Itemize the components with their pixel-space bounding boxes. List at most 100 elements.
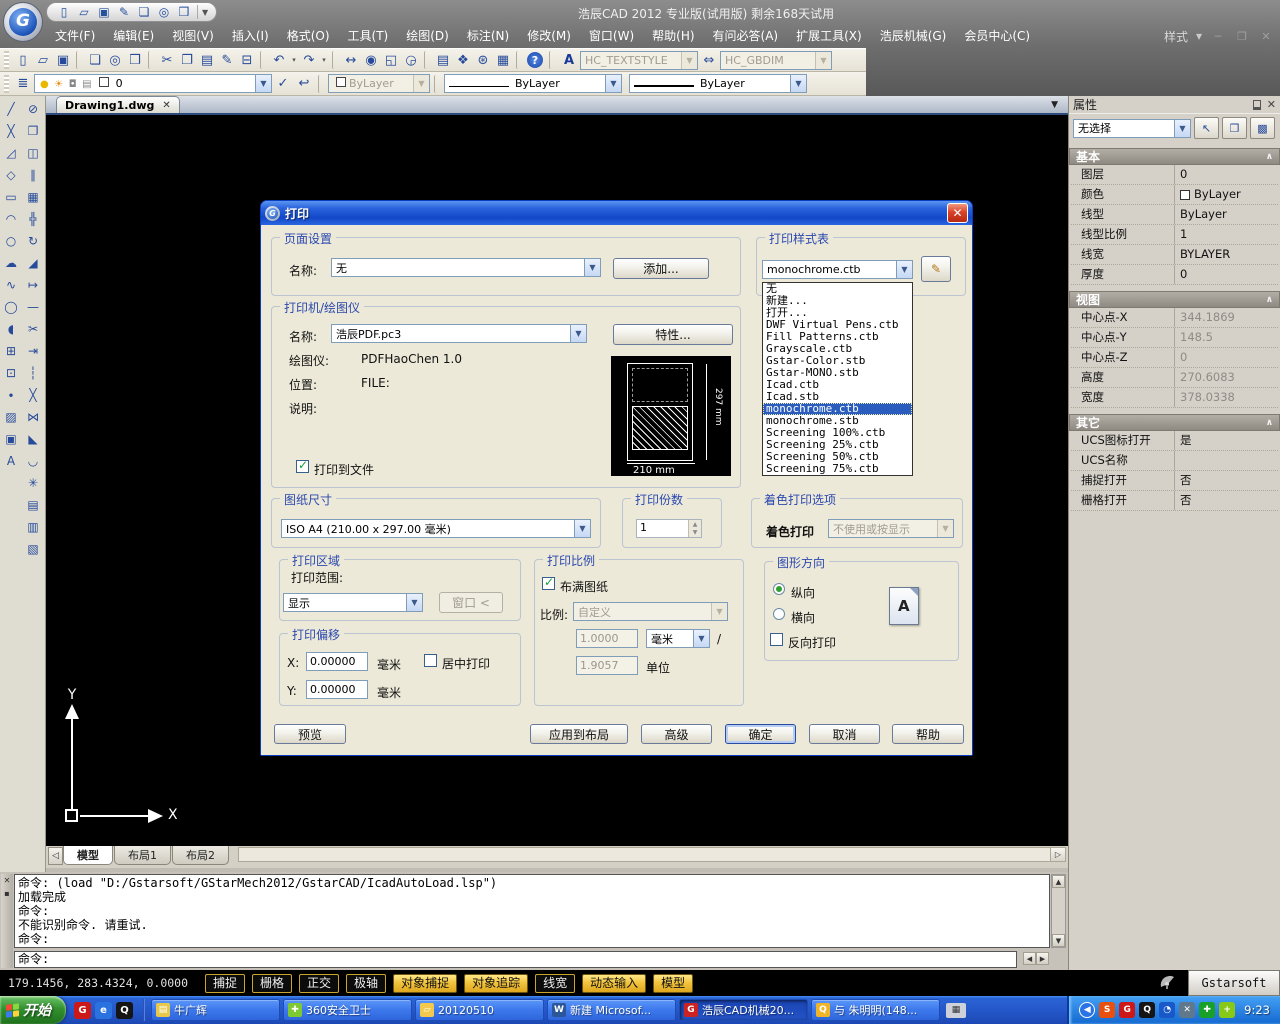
style-menu[interactable]: 样式 — [1164, 28, 1188, 45]
join-icon[interactable]: ⋈ — [23, 406, 43, 428]
scale-combo[interactable]: 自定义 ▼ — [573, 602, 728, 621]
layout-tab[interactable]: 布局2 — [172, 846, 229, 865]
portrait-radio[interactable] — [773, 583, 785, 595]
zoom-window-icon[interactable]: ◱ — [381, 50, 401, 70]
menu-item[interactable]: 格式(O) — [278, 24, 339, 48]
apply-to-layout-button[interactable]: 应用到布局 — [530, 724, 628, 744]
erase-icon[interactable]: ⊘ — [23, 98, 43, 120]
add-page-setup-button[interactable]: 添加... — [613, 258, 709, 279]
layer-previous-icon[interactable]: ↩ — [294, 74, 314, 94]
menu-item[interactable]: 编辑(E) — [104, 24, 163, 48]
toolbar-grip[interactable] — [4, 51, 9, 69]
property-value[interactable]: BYLAYER — [1175, 245, 1278, 264]
chevron-down-icon[interactable]: ▼ — [937, 520, 953, 537]
clipboard-icon[interactable]: ▧ — [23, 538, 43, 560]
menu-item[interactable]: 浩辰机械(G) — [871, 24, 956, 48]
chevron-down-icon[interactable]: ▼ — [255, 75, 271, 92]
chevron-down-icon[interactable]: ▼ — [681, 52, 697, 69]
rectangle-icon[interactable]: ▭ — [1, 186, 21, 208]
task-notepad[interactable]: ▤ 牛广辉 — [151, 999, 280, 1021]
print-icon[interactable]: ❏ — [135, 4, 153, 20]
dim-style-combo[interactable]: HC_GBDIM ▼ — [720, 51, 832, 70]
plot-style-option[interactable]: Gstar-Color.stb — [763, 355, 912, 367]
multiline-text-icon[interactable]: A — [1, 450, 21, 472]
plot-style-combo[interactable]: monochrome.ctb ▼ — [762, 260, 913, 279]
plot-style-option[interactable]: Fill Patterns.ctb — [763, 331, 912, 343]
satellite-icon[interactable] — [1158, 974, 1178, 993]
copy-object-icon[interactable]: ❐ — [23, 120, 43, 142]
collapse-icon[interactable]: ∧ — [1266, 152, 1273, 162]
command-history[interactable]: 命令: (load "D:/Gstarsoft/GStarMech2012/Gs… — [14, 874, 1050, 948]
toolbar-grip[interactable] — [4, 75, 9, 93]
rotate-icon[interactable]: ↻ — [23, 230, 43, 252]
selection-combo[interactable]: 无选择 ▼ — [1073, 119, 1191, 138]
pin-icon[interactable] — [1253, 100, 1261, 110]
property-value[interactable]: 否 — [1175, 491, 1278, 510]
paste-icon[interactable]: ▤ — [197, 50, 217, 70]
spin-down-icon[interactable]: ▼ — [689, 529, 701, 538]
advanced-button[interactable]: 高级 — [641, 724, 712, 744]
zoom-previous-icon[interactable]: ◶ — [401, 50, 421, 70]
explode-icon[interactable]: ✳ — [23, 472, 43, 494]
plot-style-option[interactable]: Icad.stb — [763, 391, 912, 403]
menu-item[interactable]: 绘图(D) — [397, 24, 458, 48]
command-input[interactable]: 命令: — [14, 951, 1017, 968]
break-icon[interactable]: ╳ — [23, 384, 43, 406]
chevron-down-icon[interactable]: ▾ — [1196, 29, 1202, 43]
cancel-button[interactable]: 取消 — [809, 724, 880, 744]
status-toggle[interactable]: 动态输入 — [582, 974, 646, 993]
status-toggle[interactable]: 捕捉 — [205, 974, 245, 993]
stretch-icon[interactable]: ↦ — [23, 274, 43, 296]
construction-line-icon[interactable]: ╳ — [1, 120, 21, 142]
property-value[interactable]: 0 — [1175, 348, 1278, 367]
new-file-icon[interactable]: ▯ — [55, 4, 73, 20]
dialog-title-bar[interactable]: G 打印 ✕ — [261, 201, 972, 225]
offset-y-input[interactable]: 0.00000 — [306, 680, 368, 699]
line-icon[interactable]: ╱ — [1, 98, 21, 120]
copy-clip-icon[interactable]: ▥ — [23, 516, 43, 538]
tab-close-icon[interactable]: ✕ — [162, 100, 170, 111]
open-icon[interactable]: ▱ — [33, 50, 53, 70]
plot-style-option[interactable]: 打开... — [763, 307, 912, 319]
network-disconnected-icon[interactable]: ✕ — [1179, 1002, 1195, 1018]
qq-tray-icon[interactable]: Q — [1139, 1002, 1155, 1018]
circle-icon[interactable]: ○ — [1, 230, 21, 252]
menu-item[interactable]: 文件(F) — [46, 24, 104, 48]
revision-cloud-icon[interactable]: ☁ — [1, 252, 21, 274]
quick-access-overflow-icon[interactable]: ▼ — [202, 8, 208, 17]
mirror-icon[interactable]: ◫ — [23, 142, 43, 164]
property-value[interactable]: 1 — [1175, 225, 1278, 244]
scroll-right-icon[interactable]: ▶ — [1036, 952, 1049, 965]
chevron-down-icon[interactable]: ▼ — [413, 75, 429, 92]
insert-block-icon[interactable]: ⊞ — [1, 340, 21, 362]
drawing-tab[interactable]: Drawing1.dwg ✕ — [56, 96, 180, 113]
plot-style-option[interactable]: Screening 50%.ctb — [763, 451, 912, 463]
plot-style-option[interactable]: Screening 25%.ctb — [763, 439, 912, 451]
point-icon[interactable]: ∙ — [1, 384, 21, 406]
print-to-file-checkbox[interactable] — [296, 460, 309, 473]
status-toggle[interactable]: 模型 — [653, 974, 693, 993]
shield-360-icon[interactable]: ✚ — [1199, 1002, 1215, 1018]
scale-unit-combo[interactable]: 毫米 ▼ — [646, 629, 710, 648]
property-value[interactable] — [1175, 451, 1278, 470]
menu-item[interactable]: 窗口(W) — [580, 24, 643, 48]
status-toggle[interactable]: 线宽 — [535, 974, 575, 993]
ie-quicklaunch-icon[interactable]: e — [95, 1002, 112, 1019]
property-value[interactable]: ByLayer — [1175, 185, 1278, 204]
color-combo[interactable]: ByLayer ▼ — [328, 74, 430, 93]
move-icon[interactable]: ╬ — [23, 208, 43, 230]
make-object-layer-current-icon[interactable]: ✓ — [273, 74, 293, 94]
layer-combo[interactable]: ● ☀ ◘ ▤ 0 ▼ — [34, 74, 272, 93]
scale-numerator-input[interactable]: 1.0000 — [576, 629, 638, 648]
pin-icon[interactable]: ▪ — [4, 889, 9, 898]
restore-button[interactable]: ❐ — [1234, 30, 1250, 43]
plot-style-option[interactable]: Screening 100%.ctb — [763, 427, 912, 439]
purge-icon[interactable]: ⊟ — [237, 50, 257, 70]
printer-properties-button[interactable]: 特性... — [613, 324, 733, 345]
toggle-pickadd-button[interactable]: ↖ — [1194, 117, 1219, 139]
match-properties-icon[interactable]: ✎ — [217, 50, 237, 70]
scale-denominator-input[interactable]: 1.9057 — [576, 656, 638, 675]
save-as-icon[interactable]: ✎ — [115, 4, 133, 20]
menu-item[interactable]: 会员中心(C) — [955, 24, 1039, 48]
copy-icon[interactable]: ❐ — [177, 50, 197, 70]
